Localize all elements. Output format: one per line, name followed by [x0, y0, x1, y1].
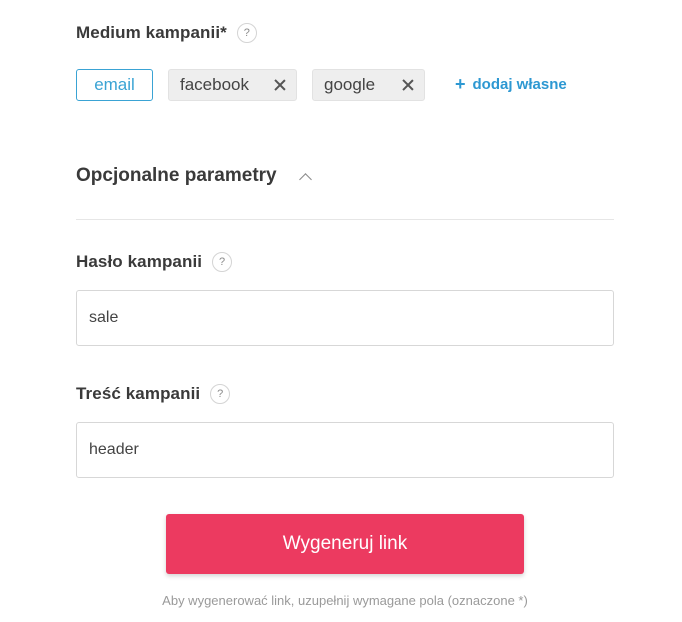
medium-label-row: Medium kampanii* ? [76, 23, 257, 43]
content-help-icon[interactable]: ? [210, 384, 231, 404]
medium-label: Medium kampanii* [76, 23, 227, 42]
remove-chip-facebook-icon[interactable] [274, 79, 286, 91]
generate-link-label: Wygeneruj link [282, 533, 408, 554]
chip-label: google [324, 75, 376, 94]
slogan-label: Hasło kampanii [76, 252, 203, 271]
medium-chip-google: google [312, 69, 425, 101]
medium-chip-email[interactable]: email [76, 69, 153, 101]
add-own-label: dodaj własne [472, 75, 567, 93]
chevron-up-icon [298, 172, 312, 186]
medium-help-icon[interactable]: ? [236, 23, 257, 43]
generate-link-button[interactable]: Wygeneruj link [166, 514, 524, 574]
content-label: Treść kampanii [76, 384, 201, 403]
content-label-row: Treść kampanii ? [76, 384, 231, 404]
optional-params-title: Opcjonalne parametry [76, 165, 277, 186]
add-own-medium-link[interactable]: + dodaj własne [455, 75, 567, 93]
content-input-value: header [89, 441, 139, 458]
slogan-input[interactable]: sale [76, 290, 614, 346]
chip-label: facebook [180, 75, 249, 94]
chip-label: email [94, 75, 135, 94]
required-fields-hint: Aby wygenerować link, uzupełnij wymagane… [162, 593, 528, 608]
optional-params-toggle[interactable]: Opcjonalne parametry [76, 165, 312, 187]
section-divider [76, 219, 614, 220]
medium-chip-facebook: facebook [168, 69, 297, 101]
slogan-input-value: sale [89, 309, 119, 326]
plus-icon: + [455, 74, 466, 94]
slogan-label-row: Hasło kampanii ? [76, 252, 233, 272]
remove-chip-google-icon[interactable] [402, 79, 414, 91]
content-input[interactable]: header [76, 422, 614, 478]
slogan-help-icon[interactable]: ? [212, 252, 233, 272]
